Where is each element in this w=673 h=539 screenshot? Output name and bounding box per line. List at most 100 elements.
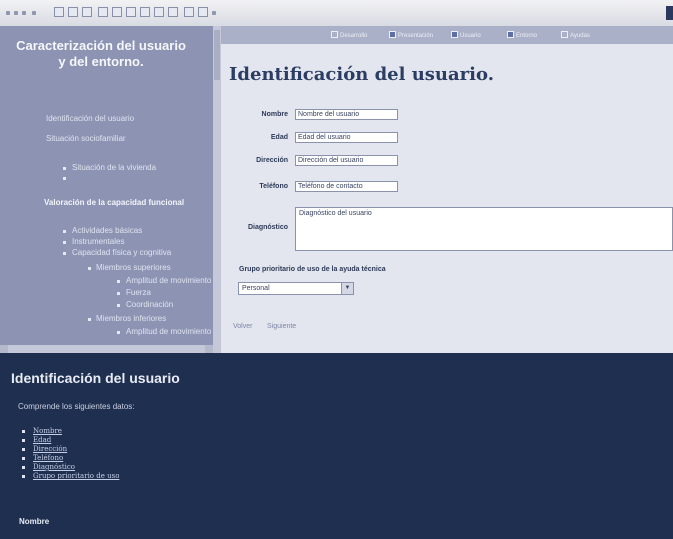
sidebar-item-sociofamiliar[interactable]: Situación sociofamiliar [46, 134, 126, 143]
grupo-prioritario-label: Grupo prioritario de uso de la ayuda téc… [239, 266, 386, 273]
bullet-icon [117, 292, 120, 295]
tab-bar: Desarrollo Presentación Usuario Entorno … [221, 26, 673, 44]
main-content: Desarrollo Presentación Usuario Entorno … [221, 26, 673, 353]
bullet-icon [88, 318, 91, 321]
sidebar-title: Caracterización del usuario y del entorn… [6, 38, 196, 70]
help-text: Comprende los siguientes datos: [18, 402, 135, 411]
checkbox-icon [331, 31, 338, 38]
help-link-label: Grupo prioritario de uso [33, 472, 120, 480]
scroll-right-icon[interactable] [205, 345, 213, 353]
cut-icon[interactable] [140, 7, 150, 17]
bullet-icon [22, 439, 25, 442]
help-link-nombre[interactable]: Nombre [22, 427, 119, 436]
sidebar-item-coordinacion[interactable]: Coordinación [126, 300, 173, 309]
bullet-icon [22, 475, 25, 478]
home-icon[interactable] [68, 7, 78, 17]
bullet-icon [22, 457, 25, 460]
sidebar-item-fisica-cognitiva[interactable]: Capacidad física y cognitiva [72, 248, 171, 257]
bullet-icon [63, 167, 66, 170]
sidebar-item-vivienda[interactable]: Situación de la vivienda [72, 163, 156, 172]
checkbox-icon [451, 31, 458, 38]
bullet-icon [63, 230, 66, 233]
help-link-label: Nombre [33, 427, 62, 435]
copy-icon[interactable] [154, 7, 164, 17]
bullet-icon [22, 448, 25, 451]
edad-field[interactable]: Edad del usuario [295, 132, 398, 143]
select-value: Personal [242, 285, 270, 292]
bullet-icon [88, 267, 91, 270]
sidebar-title-line1: Caracterización del usuario [16, 38, 186, 53]
field-label-direccion: Dirección [256, 157, 288, 164]
page-title: Identificación del usuario. [229, 64, 494, 85]
tab-presentacion[interactable]: Presentación [389, 31, 433, 40]
redo-icon[interactable] [198, 7, 208, 17]
tab-usuario[interactable]: Usuario [451, 31, 481, 40]
back-icon[interactable] [6, 11, 10, 15]
help-title: Identificación del usuario [11, 370, 180, 386]
help-link-diagnostico[interactable]: Diagnóstico [22, 463, 119, 472]
field-label-telefono: Teléfono [259, 183, 288, 190]
dropdown-icon[interactable] [22, 11, 26, 15]
help-link-edad[interactable]: Edad [22, 436, 119, 445]
help-link-label: Diagnóstico [33, 463, 76, 471]
checkbox-icon [507, 31, 514, 38]
diagnostico-textarea[interactable]: Diagnóstico del usuario [295, 207, 673, 251]
checkbox-icon [389, 31, 396, 38]
nombre-field[interactable]: Nombre del usuario [295, 109, 398, 120]
window-edge [666, 6, 673, 20]
sidebar-item-capacidad-funcional[interactable]: Valoración de la capacidad funcional [44, 198, 184, 207]
help-link-label: Dirección [33, 445, 68, 453]
direccion-field[interactable]: Dirección del usuario [295, 155, 398, 166]
help-link-telefono[interactable]: Teléfono [22, 454, 119, 463]
siguiente-link[interactable]: Siguiente [267, 323, 296, 330]
refresh-icon[interactable] [54, 7, 64, 17]
field-label-nombre: Nombre [261, 111, 288, 118]
stop-icon[interactable] [32, 11, 36, 15]
sidebar-item-identificacion[interactable]: Identificación del usuario [46, 114, 134, 123]
bullet-icon [117, 280, 120, 283]
sidebar-horizontal-scrollbar[interactable] [0, 345, 221, 353]
telefono-field[interactable]: Teléfono de contacto [295, 181, 398, 192]
tab-desarrollo[interactable]: Desarrollo [331, 31, 367, 40]
help-link-grupo[interactable]: Grupo prioritario de uso [22, 472, 119, 481]
tab-label: Entorno [516, 33, 538, 39]
browser-toolbar [0, 0, 673, 27]
checkbox-icon [561, 31, 568, 38]
tab-ayudas[interactable]: Ayudas [561, 31, 590, 40]
sidebar-item-amplitud-inf[interactable]: Amplitud de movimiento [126, 327, 211, 336]
tab-entorno[interactable]: Entorno [507, 31, 537, 40]
folder-icon[interactable] [82, 7, 92, 17]
sidebar-item-fuerza[interactable]: Fuerza [126, 288, 151, 297]
tab-label: Ayudas [570, 33, 590, 39]
chevron-down-icon[interactable]: ▼ [341, 283, 353, 294]
help-subheading: Nombre [19, 517, 50, 526]
help-link-direccion[interactable]: Dirección [22, 445, 119, 454]
sidebar-item-instrumentales[interactable]: Instrumentales [72, 237, 124, 246]
undo-icon[interactable] [184, 7, 194, 17]
grupo-prioritario-select[interactable]: Personal ▼ [238, 282, 354, 295]
sidebar-item-basicas[interactable]: Actividades básicas [72, 226, 142, 235]
bullet-icon [22, 430, 25, 433]
sidebar-title-line2: y del entorno. [58, 54, 144, 69]
sidebar-item-miembros-superiores[interactable]: Miembros superiores [96, 263, 171, 272]
sidebar: Caracterización del usuario y del entorn… [0, 26, 213, 345]
help-list: Nombre Edad Dirección Teléfono Diagnósti… [22, 427, 119, 481]
sidebar-scroll-thumb[interactable] [214, 30, 220, 80]
sidebar-item-amplitud-sup[interactable]: Amplitud de movimiento [126, 276, 211, 285]
print-icon[interactable] [112, 7, 122, 17]
volver-link[interactable]: Volver [233, 323, 252, 330]
bullet-icon [22, 466, 25, 469]
forward-icon[interactable] [14, 11, 18, 15]
help-link-label: Teléfono [33, 454, 64, 462]
scroll-left-icon[interactable] [0, 345, 8, 353]
bullet-icon [63, 241, 66, 244]
bullet-icon [63, 252, 66, 255]
sidebar-item-miembros-inferiores[interactable]: Miembros inferiores [96, 314, 166, 323]
more-icon[interactable] [212, 11, 216, 15]
paste-icon[interactable] [168, 7, 178, 17]
edit-icon[interactable] [126, 7, 136, 17]
help-link-label: Edad [33, 436, 52, 444]
tab-label: Desarrollo [340, 33, 368, 39]
save-icon[interactable] [98, 7, 108, 17]
bullet-icon [117, 304, 120, 307]
